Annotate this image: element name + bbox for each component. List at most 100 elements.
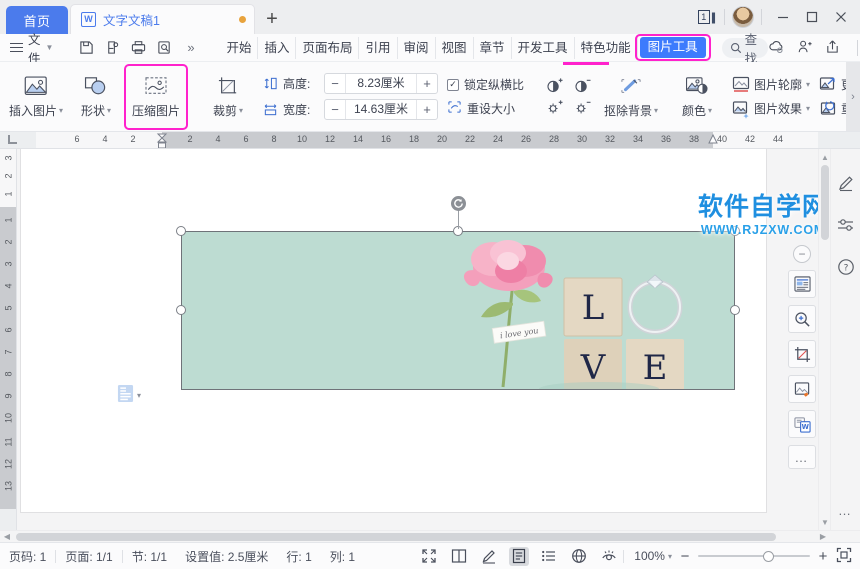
contrast-decrease-icon[interactable] — [573, 77, 591, 95]
quick-access-more-icon[interactable]: » — [182, 39, 199, 56]
resize-handle-top-right[interactable] — [730, 226, 740, 236]
resize-handle-top-left[interactable] — [176, 226, 186, 236]
file-menu-button[interactable]: 文件 ▼ — [0, 29, 61, 67]
scroll-right-arrow-icon[interactable]: ▶ — [816, 532, 830, 541]
resize-handle-middle-left[interactable] — [176, 305, 186, 315]
width-increase-button[interactable]: + — [417, 100, 437, 119]
document-canvas[interactable]: i love you L V E — [17, 149, 830, 530]
resize-handle-middle-right[interactable] — [730, 305, 740, 315]
tab-picture-tools[interactable]: 图片工具 — [640, 37, 706, 58]
vertical-ruler[interactable]: 3 2 1 1 2 3 4 5 6 7 8 9 10 11 12 13 — [0, 149, 17, 530]
zoom-level-button[interactable]: 100% ▾ — [634, 549, 672, 563]
new-tab-button[interactable]: + — [255, 4, 289, 34]
window-count-badge[interactable]: 1 ||| — [695, 8, 717, 26]
help-icon[interactable]: ? — [836, 257, 856, 277]
canvas-vertical-scrollbar[interactable]: ▲ ▼ — [818, 149, 830, 530]
shape-label: 形状 — [81, 102, 105, 119]
tab-review[interactable]: 审阅 — [398, 37, 436, 59]
width-stepper[interactable]: − 14.63厘米 + — [324, 99, 438, 120]
zoom-in-button[interactable]: + — [817, 549, 829, 564]
scroll-down-arrow-icon[interactable]: ▼ — [819, 516, 830, 528]
web-view-icon[interactable] — [569, 547, 589, 566]
eye-protect-icon[interactable] — [599, 547, 619, 566]
compress-picture-button[interactable]: 压缩图片 — [126, 66, 186, 128]
float-zoom-in-button[interactable] — [788, 305, 816, 333]
share-user-icon[interactable] — [797, 39, 813, 57]
scrollbar-thumb[interactable] — [16, 533, 776, 541]
tab-developer-tools[interactable]: 开发工具 — [512, 37, 575, 59]
layout-options-button[interactable]: ▾ — [117, 384, 141, 406]
crop-button[interactable]: 裁剪▾ — [198, 66, 258, 128]
rotate-handle[interactable] — [451, 196, 466, 211]
scroll-up-arrow-icon[interactable]: ▲ — [819, 151, 830, 163]
canvas-horizontal-scrollbar[interactable]: ◀ ▶ — [0, 530, 860, 542]
tab-view[interactable]: 视图 — [436, 37, 474, 59]
insert-picture-button[interactable]: 插入图片▾ — [6, 66, 66, 128]
save-icon[interactable] — [78, 39, 95, 56]
print-icon[interactable] — [130, 39, 147, 56]
picture-effects-button[interactable]: 图片效果 ▾ — [731, 100, 810, 118]
contrast-increase-icon[interactable] — [545, 77, 563, 95]
width-decrease-button[interactable]: − — [325, 100, 345, 119]
scrollbar-thumb[interactable] — [821, 165, 829, 240]
right-indent-marker[interactable] — [708, 133, 717, 140]
zoom-slider[interactable] — [698, 550, 810, 562]
reset-size-button[interactable]: 重设大小 — [447, 100, 524, 117]
shape-button[interactable]: 形状▾ — [66, 66, 126, 128]
scroll-left-arrow-icon[interactable]: ◀ — [0, 532, 14, 541]
fullscreen-icon[interactable] — [419, 547, 439, 566]
horizontal-ruler-track[interactable]: 6 4 2 2 4 6 8 10 12 14 16 18 20 22 24 26… — [36, 132, 818, 148]
maximize-button[interactable] — [798, 3, 825, 31]
close-button[interactable] — [827, 3, 854, 31]
share-icon[interactable] — [825, 39, 840, 57]
width-value[interactable]: 14.63厘米 — [345, 100, 417, 119]
chevron-down-icon: ▾ — [806, 80, 810, 89]
outline-view-icon[interactable] — [539, 547, 559, 566]
pen-icon[interactable] — [836, 173, 856, 193]
contrast-row — [545, 77, 591, 95]
left-indent-marker[interactable] — [157, 133, 166, 140]
horizontal-ruler[interactable]: 6 4 2 2 4 6 8 10 12 14 16 18 20 22 24 26… — [0, 132, 860, 149]
remove-background-button[interactable]: 抠除背景▾ — [599, 66, 663, 128]
height-increase-button[interactable]: + — [417, 74, 437, 93]
export-pdf-icon[interactable] — [104, 39, 121, 56]
tab-insert[interactable]: 插入 — [258, 37, 296, 59]
settings-sliders-icon[interactable] — [836, 215, 856, 235]
fit-page-icon[interactable] — [836, 547, 852, 566]
brightness-decrease-icon[interactable] — [573, 99, 591, 117]
tab-start[interactable]: 开始 — [220, 37, 258, 59]
print-preview-icon[interactable] — [156, 39, 173, 56]
collapse-icon[interactable]: − — [793, 245, 811, 263]
picture-outline-button[interactable]: 图片轮廓 ▾ — [731, 76, 810, 94]
float-layout-options-button[interactable] — [788, 270, 816, 298]
tab-references[interactable]: 引用 — [359, 37, 397, 59]
selected-image[interactable]: i love you L V E — [181, 231, 735, 390]
height-decrease-button[interactable]: − — [325, 74, 345, 93]
edit-pen-icon[interactable] — [479, 547, 499, 566]
tab-document-1[interactable]: W 文字文稿1 — [70, 4, 255, 34]
minimize-button[interactable] — [769, 3, 796, 31]
slider-knob[interactable] — [763, 551, 774, 562]
lock-aspect-ratio-checkbox[interactable]: ✓ 锁定纵横比 — [447, 76, 524, 93]
color-button[interactable]: 颜色▾ — [671, 66, 723, 128]
float-picture-effect-button[interactable] — [788, 375, 816, 403]
page-view-icon[interactable] — [509, 547, 529, 566]
height-value[interactable]: 8.23厘米 — [345, 74, 417, 93]
float-more-button[interactable]: … — [788, 445, 816, 469]
book-view-icon[interactable] — [449, 547, 469, 566]
ribbon-overflow-button[interactable]: › — [846, 62, 860, 132]
zoom-out-button[interactable]: − — [679, 549, 691, 564]
tab-section[interactable]: 章节 — [474, 37, 512, 59]
height-stepper[interactable]: − 8.23厘米 + — [324, 73, 438, 94]
tab-special-features[interactable]: 特色功能 — [575, 37, 638, 59]
tab-page-layout[interactable]: 页面布局 — [296, 37, 359, 59]
brightness-increase-icon[interactable] — [545, 99, 563, 117]
float-convert-button[interactable]: W — [788, 410, 816, 438]
cloud-sync-icon[interactable] — [768, 39, 785, 57]
rail-more-button[interactable]: … — [838, 503, 853, 518]
avatar[interactable] — [732, 6, 754, 28]
search-button[interactable]: 查找 — [722, 38, 769, 58]
float-crop-button[interactable] — [788, 340, 816, 368]
document-page[interactable]: i love you L V E — [21, 149, 766, 512]
hscroll-track[interactable] — [14, 531, 816, 543]
